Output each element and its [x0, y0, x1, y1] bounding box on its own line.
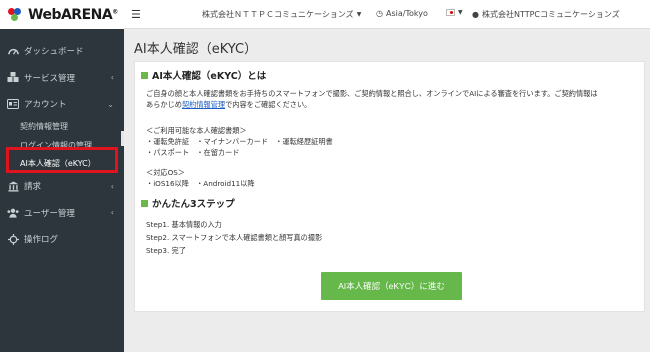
users-icon: [7, 207, 19, 219]
step-1: Step1. 基本情報の入力: [146, 220, 222, 229]
chevron-left-icon: ‹: [110, 73, 114, 83]
sidebar-item-account[interactable]: アカウント ⌄: [0, 91, 124, 118]
topbar: ☰ 株式会社ＮＴＴＰＣコミュニケーションズ ▼ ◷ Asia/Tokyo ▼ ● 株式…: [124, 0, 650, 29]
sidebar-item-label: ダッシュボード: [24, 47, 84, 58]
sidebar: WebARENA® ダッシュボード サービス管理 ‹ アカウント ⌄ 契約情報管…: [0, 0, 124, 352]
crosshair-icon: [7, 233, 19, 245]
sidebar-item-services[interactable]: サービス管理 ‹: [0, 65, 124, 92]
docs-line-2: ・パスポート ・在留カード: [146, 148, 240, 157]
active-item-highlight: [6, 147, 118, 173]
description-line-2: あらかじめ契約情報管理で内容をご確認ください。: [146, 100, 312, 109]
timezone-select[interactable]: ◷ Asia/Tokyo: [376, 9, 428, 18]
caret-down-icon: ▼: [458, 9, 463, 16]
section-heading-text: かんたん3ステップ: [152, 199, 235, 210]
clock-icon: ◷: [376, 9, 383, 18]
step-3: Step3. 完了: [146, 246, 186, 255]
content-card: AI本人確認（eKYC）とは ご自身の顔と本人確認書類をお手持ちのスマートフォン…: [134, 61, 645, 312]
start-ekyc-button[interactable]: AI本人確認（eKYC）に進む: [321, 272, 462, 300]
sidebar-item-dashboard[interactable]: ダッシュボード: [0, 38, 124, 65]
chevron-down-icon: ⌄: [107, 99, 114, 109]
os-title: ＜対応OS＞: [146, 168, 185, 177]
language-select[interactable]: ▼: [446, 9, 463, 16]
green-square-icon: [141, 199, 148, 207]
logo[interactable]: WebARENA®: [0, 0, 124, 29]
page-title: AI本人確認（eKYC）: [134, 42, 258, 57]
section-heading: かんたん3ステップ: [141, 196, 235, 210]
chevron-left-icon: ‹: [110, 208, 114, 218]
services-icon: [7, 72, 19, 84]
section-heading-text: AI本人確認（eKYC）とは: [152, 71, 267, 82]
user-name: 株式会社NTTPCコミュニケーションズ: [481, 10, 620, 19]
os-line-1: ・iOS16以降 ・Android11以降: [146, 179, 255, 188]
user-icon: ●: [472, 10, 479, 19]
language-flag-icon: [446, 9, 455, 16]
sidebar-item-label: 操作ログ: [24, 235, 59, 246]
bank-icon: [7, 180, 19, 192]
contract-info-link[interactable]: 契約情報管理: [182, 100, 225, 109]
org-select[interactable]: 株式会社ＮＴＴＰＣコミュニケーションズ ▼: [202, 9, 361, 20]
sidebar-scrollbar[interactable]: [121, 131, 124, 146]
sidebar-item-label: ユーザー管理: [24, 208, 75, 219]
sidebar-menu: ダッシュボード サービス管理 ‹ アカウント ⌄ 契約情報管理 ログイン情報の管…: [0, 38, 124, 253]
sidebar-item-oplog[interactable]: 操作ログ: [0, 226, 124, 253]
green-square-icon: [141, 71, 148, 79]
description-line-1: ご自身の顔と本人確認書類をお手持ちのスマートフォンで撮影、ご契約情報と照合し、オ…: [146, 89, 598, 98]
account-card-icon: [7, 98, 19, 110]
sidebar-item-users[interactable]: ユーザー管理 ‹: [0, 200, 124, 227]
step-2: Step2. スマートフォンで本人確認書類と顔写真の撮影: [146, 233, 323, 242]
docs-title: ＜ご利用可能な本人確認書類＞: [146, 126, 247, 135]
dashboard-icon: [7, 45, 19, 57]
chevron-left-icon: ‹: [110, 181, 114, 191]
section-heading: AI本人確認（eKYC）とは: [141, 68, 266, 82]
logo-text: WebARENA®: [28, 6, 118, 23]
sidebar-item-label: アカウント: [24, 100, 67, 111]
org-select-label: 株式会社ＮＴＴＰＣコミュニケーションズ: [202, 10, 354, 19]
hamburger-menu-icon[interactable]: ☰: [131, 8, 141, 21]
timezone-label: Asia/Tokyo: [385, 9, 428, 18]
sidebar-item-label: 請求: [24, 182, 42, 193]
sidebar-item-label: サービス管理: [24, 73, 76, 84]
user-menu[interactable]: ● 株式会社NTTPCコミュニケーションズ: [472, 9, 620, 20]
sidebar-item-billing[interactable]: 請求 ‹: [0, 173, 124, 200]
sidebar-subitem-label: 契約情報管理: [20, 122, 68, 132]
caret-down-icon: ▼: [356, 11, 362, 18]
sidebar-subitem-contract[interactable]: 契約情報管理: [0, 118, 124, 137]
logo-mark-icon: [8, 7, 26, 22]
docs-line-1: ・運転免許証 ・マイナンバーカード ・運転経歴証明書: [146, 137, 333, 146]
